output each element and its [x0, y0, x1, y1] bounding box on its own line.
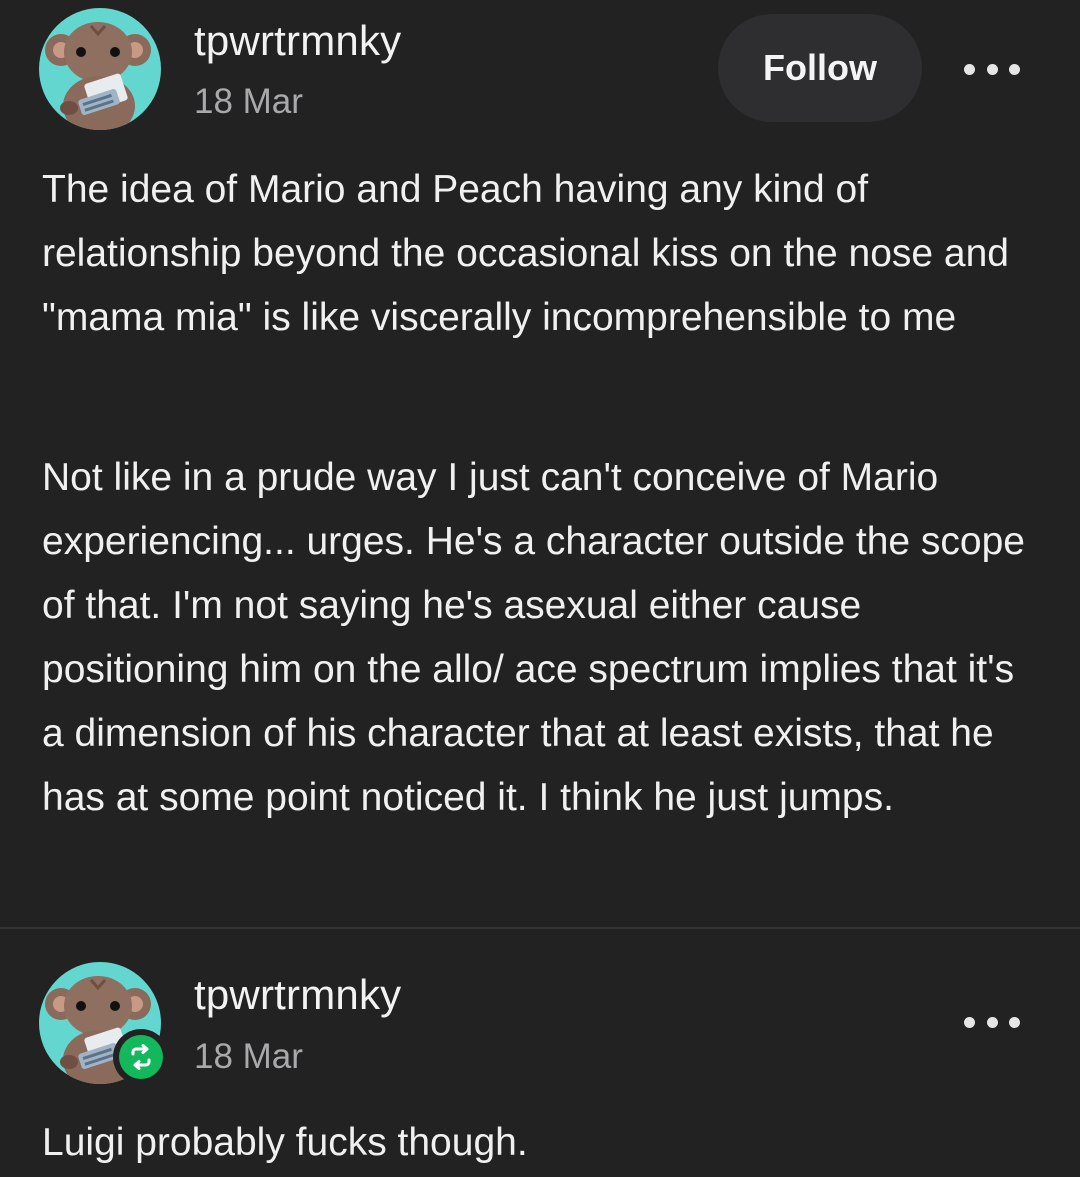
- username[interactable]: tpwrtrmnky: [194, 17, 401, 65]
- post-date: 18 Mar: [194, 82, 303, 121]
- post-paragraph: Not like in a prude way I just can't con…: [42, 456, 1025, 819]
- post: tpwrtrmnky 18 Mar Follow The idea of Mar…: [0, 0, 1080, 928]
- dot: [964, 63, 975, 75]
- post-paragraph: Luigi probably fucks though.: [42, 1121, 528, 1164]
- dot: [964, 1016, 975, 1028]
- monkey-avatar-icon: [45, 22, 151, 130]
- dot: [986, 63, 998, 75]
- dot: [986, 1016, 998, 1028]
- reblog-badge: [113, 1029, 169, 1085]
- post-paragraph: The idea of Mario and Peach having any k…: [42, 168, 1009, 339]
- reblog-icon: [119, 1035, 163, 1079]
- more-options-icon[interactable]: [962, 54, 1022, 84]
- dot: [1009, 1016, 1020, 1028]
- more-options-icon[interactable]: [962, 1007, 1022, 1037]
- username[interactable]: tpwrtrmnky: [194, 971, 401, 1019]
- dot: [1009, 63, 1020, 75]
- avatar[interactable]: [39, 8, 161, 130]
- post-date: 18 Mar: [194, 1037, 303, 1076]
- reblog-post: tpwrtrmnky 18 Mar Luigi probably fucks t…: [0, 929, 1080, 1177]
- follow-button[interactable]: Follow: [718, 14, 922, 122]
